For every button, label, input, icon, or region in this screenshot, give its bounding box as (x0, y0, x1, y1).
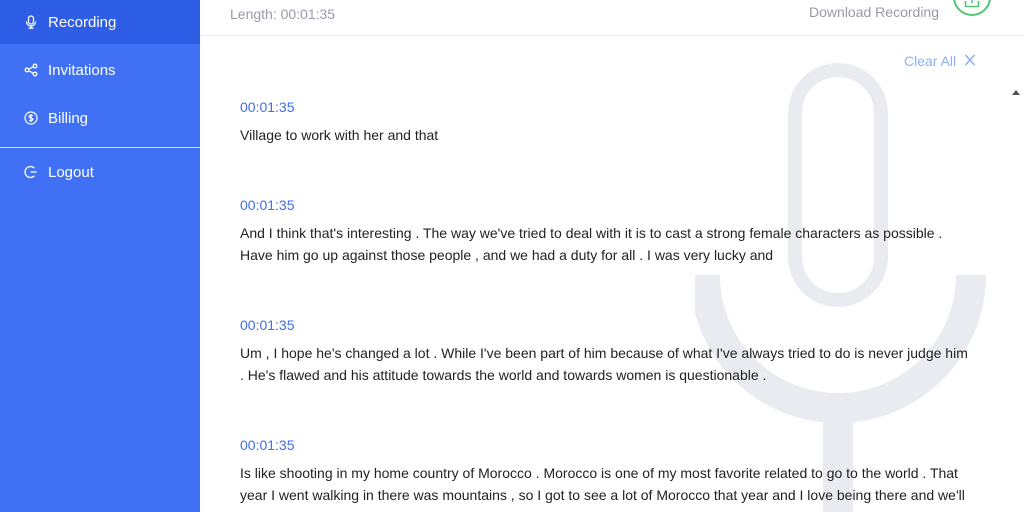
app-window: Recording Invitations Billing Logout Len… (0, 0, 1024, 512)
sidebar: Recording Invitations Billing Logout (0, 0, 200, 512)
sidebar-divider (0, 147, 200, 148)
sidebar-item-billing[interactable]: Billing (0, 96, 200, 140)
download-icon (964, 0, 980, 8)
entry-timestamp[interactable]: 00:01:35 (240, 316, 975, 334)
logout-icon (24, 165, 38, 179)
clear-all-button[interactable]: Clear All (904, 53, 956, 69)
dollar-circle-icon (24, 111, 38, 125)
share-icon (24, 63, 38, 77)
entry-text: Village to work with her and that (240, 127, 439, 143)
entry-timestamp[interactable]: 00:01:35 (240, 436, 975, 454)
logout-label: Logout (48, 163, 94, 181)
transcript-entry: 00:01:35 Is like shooting in my home cou… (240, 436, 975, 512)
transcript-entry: 00:01:35 And I think that's interesting … (240, 196, 975, 266)
logout-button[interactable]: Logout (0, 150, 200, 194)
microphone-icon (24, 15, 38, 29)
sidebar-item-label: Billing (48, 109, 89, 127)
main-content: Length: 00:01:35 Download Recording Clea… (200, 0, 1024, 512)
entry-timestamp[interactable]: 00:01:35 (240, 98, 975, 116)
topbar: Length: 00:01:35 Download Recording (200, 0, 1024, 36)
entry-timestamp[interactable]: 00:01:35 (240, 196, 975, 214)
transcript-entry: 00:01:35 Um , I hope he's changed a lot … (240, 316, 975, 386)
sidebar-item-label: Recording (48, 13, 117, 31)
scroll-up-arrow-icon[interactable] (1012, 90, 1020, 95)
entry-text: Um , I hope he's changed a lot . While I… (240, 345, 968, 383)
sidebar-item-invitations[interactable]: Invitations (0, 48, 200, 92)
entry-text: And I think that's interesting . The way… (240, 225, 943, 263)
scrollbar[interactable] (1008, 86, 1024, 512)
close-icon[interactable] (964, 53, 976, 67)
recording-length: Length: 00:01:35 (230, 6, 336, 22)
entry-text: Is like shooting in my home country of M… (240, 465, 965, 512)
transcript-entry: 00:01:35 Village to work with her and th… (240, 98, 975, 146)
download-recording-link[interactable]: Download Recording (809, 4, 939, 20)
sidebar-item-recording[interactable]: Recording (0, 0, 200, 44)
sidebar-item-label: Invitations (48, 61, 116, 79)
